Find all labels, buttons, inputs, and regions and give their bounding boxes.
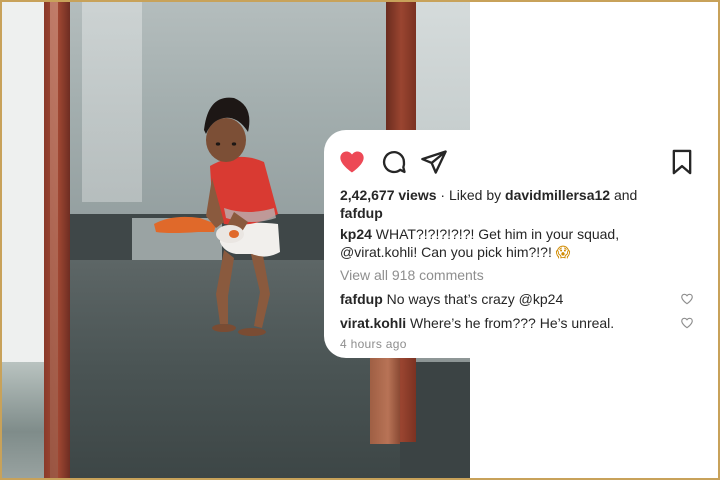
- caption-text-line2: @virat.kohli! Can you pick him?!?!: [340, 244, 556, 260]
- comment-row: virat.kohli Where’s he from??? He’s unre…: [340, 315, 700, 331]
- comment-text: No ways that’s crazy @kp24: [382, 291, 564, 307]
- view-all-comments-link[interactable]: View all 918 comments: [340, 267, 484, 283]
- bookmark-icon[interactable]: [668, 148, 696, 176]
- liked-by-prefix: · Liked by: [436, 187, 506, 203]
- liked-by-and: and: [610, 187, 638, 203]
- screaming-face-emoji: 😱: [555, 245, 571, 261]
- liked-by-second-user[interactable]: fafdup: [340, 205, 383, 221]
- view-count[interactable]: 2,42,677 views: [340, 187, 437, 203]
- comment-text: Where’s he from??? He’s unreal.: [406, 315, 615, 331]
- image-frame: 2,42,677 views · Liked by davidmillersa1…: [2, 2, 718, 478]
- post-timestamp: 4 hours ago: [340, 337, 407, 351]
- instagram-post-card: 2,42,677 views · Liked by davidmillersa1…: [324, 130, 718, 358]
- post-caption: kp24 WHAT?!?!?!?!?! Get him in your squa…: [340, 225, 690, 262]
- comment-icon[interactable]: [380, 148, 408, 176]
- share-icon[interactable]: [420, 148, 448, 176]
- heart-icon[interactable]: [338, 148, 366, 176]
- likes-summary: 2,42,677 views · Liked by davidmillersa1…: [340, 186, 680, 222]
- cricket-bat: [154, 216, 216, 233]
- comment-username[interactable]: virat.kohli: [340, 315, 406, 331]
- action-bar: [338, 148, 718, 178]
- caption-username[interactable]: kp24: [340, 226, 372, 242]
- liked-by-user[interactable]: davidmillersa12: [505, 187, 610, 203]
- comment-row: fafdup No ways that’s crazy @kp24: [340, 291, 700, 307]
- caption-text-line1: WHAT?!?!?!?!?! Get him in your squad,: [371, 226, 620, 242]
- comment-like-heart-icon[interactable]: [680, 292, 694, 306]
- comment-username[interactable]: fafdup: [340, 291, 383, 307]
- comment-like-heart-icon[interactable]: [680, 316, 694, 330]
